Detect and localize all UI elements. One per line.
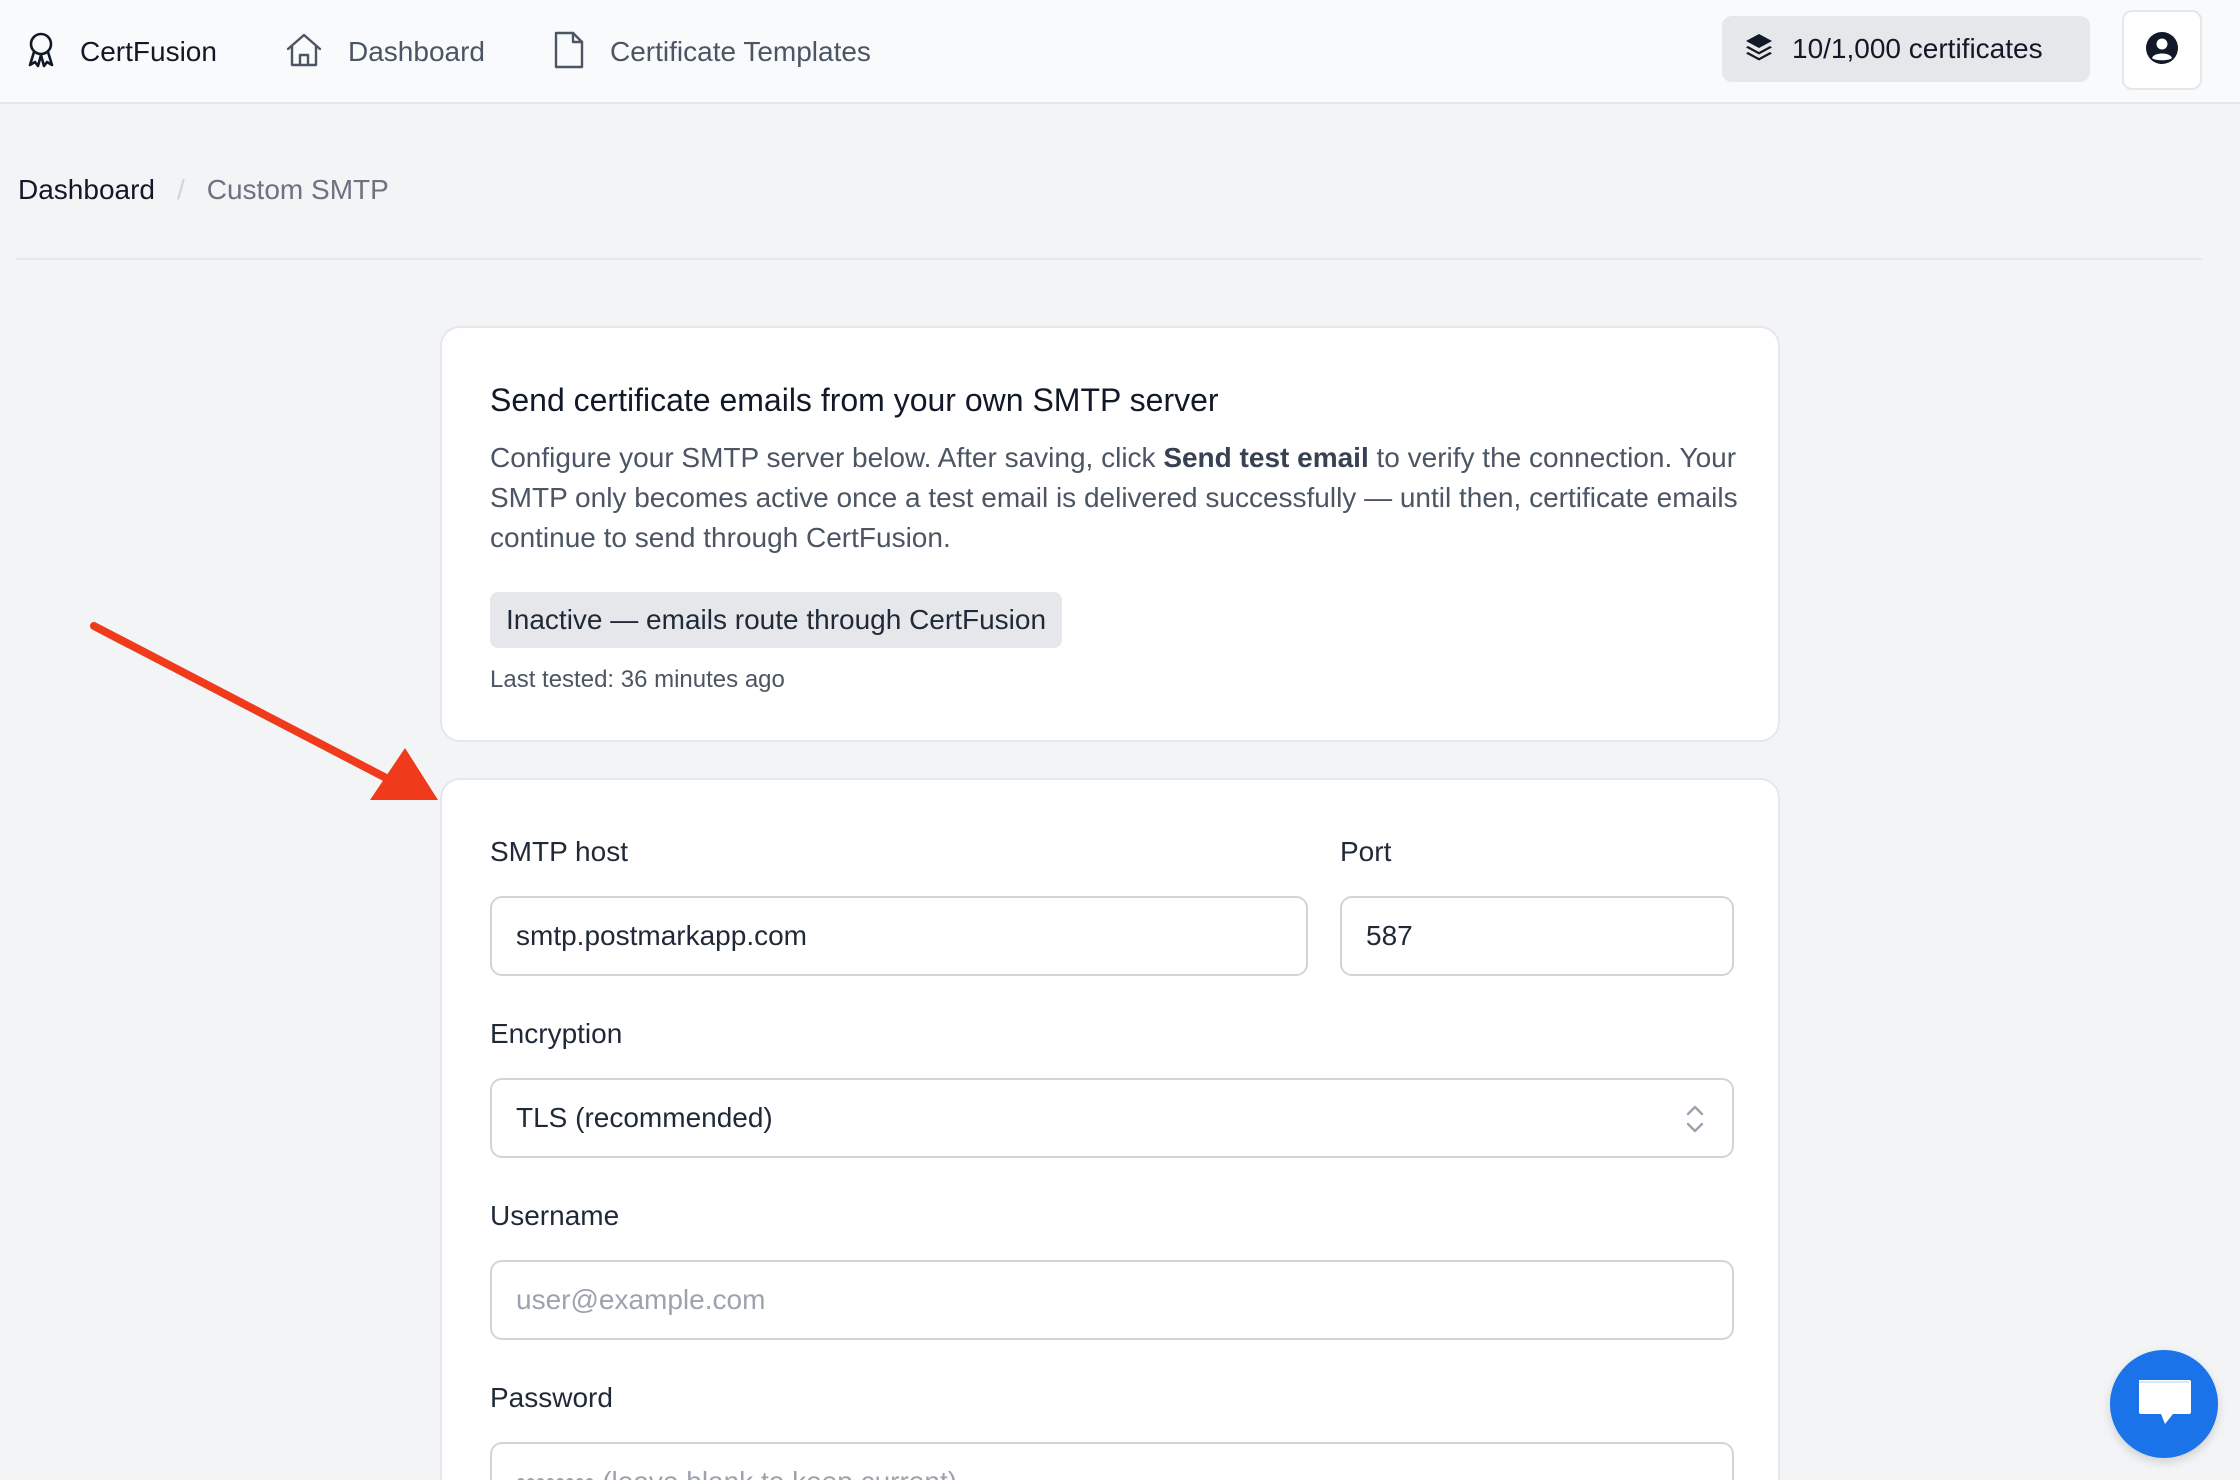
info-card-description: Configure your SMTP server below. After … (490, 438, 1740, 558)
last-tested-text: Last tested: 36 minutes ago (490, 666, 785, 693)
certificate-quota-badge[interactable]: 10/1,000 certificates (1722, 16, 2090, 82)
document-icon (552, 30, 586, 75)
quota-label: 10/1,000 certificates (1792, 33, 2043, 64)
chat-icon (2133, 1374, 2195, 1435)
breadcrumb-current: Custom SMTP (206, 174, 389, 205)
brand-name: CertFusion (80, 36, 217, 67)
annotation-arrow (90, 622, 438, 800)
smtp-info-card: Send certificate emails from your own SM… (440, 326, 1780, 742)
encryption-label: Encryption (490, 1018, 623, 1049)
encryption-selected-value: TLS (recommended) (516, 1102, 773, 1133)
home-icon (284, 30, 324, 75)
chat-support-button[interactable] (2110, 1350, 2218, 1458)
info-card-title: Send certificate emails from your own SM… (490, 382, 1219, 418)
select-chevron-icon (1684, 1102, 1706, 1143)
top-navigation-bar: CertFusion Dashboard Certificate Templat… (0, 0, 2240, 104)
award-icon (24, 31, 58, 74)
password-label: Password (490, 1382, 613, 1413)
brand-link[interactable]: CertFusion (24, 26, 217, 78)
nav-dashboard-label: Dashboard (348, 36, 485, 67)
smtp-host-input[interactable] (490, 896, 1308, 976)
header-divider (16, 258, 2202, 260)
smtp-form-card: SMTP host Port Encryption TLS (recommend… (440, 778, 1780, 1480)
nav-dashboard[interactable]: Dashboard (284, 26, 485, 78)
user-circle-icon (2145, 31, 2179, 70)
breadcrumb: Dashboard / Custom SMTP (18, 170, 389, 210)
breadcrumb-separator: / (176, 174, 185, 205)
password-input[interactable] (490, 1442, 1734, 1480)
desc-text-before: Configure your SMTP server below. After … (490, 442, 1164, 473)
layers-icon (1744, 32, 1774, 67)
smtp-host-label: SMTP host (490, 836, 628, 867)
username-input[interactable] (490, 1260, 1734, 1340)
account-menu-button[interactable] (2122, 10, 2202, 90)
port-input[interactable] (1340, 896, 1734, 976)
desc-send-test-email: Send test email (1163, 442, 1369, 473)
nav-certificate-templates[interactable]: Certificate Templates (552, 26, 871, 78)
breadcrumb-dashboard-link[interactable]: Dashboard (18, 174, 155, 206)
username-label: Username (490, 1200, 620, 1231)
smtp-status-badge: Inactive — emails route through CertFusi… (490, 592, 1063, 648)
port-label: Port (1340, 836, 1392, 867)
nav-templates-label: Certificate Templates (610, 36, 871, 67)
encryption-select[interactable]: TLS (recommended) (490, 1078, 1734, 1158)
